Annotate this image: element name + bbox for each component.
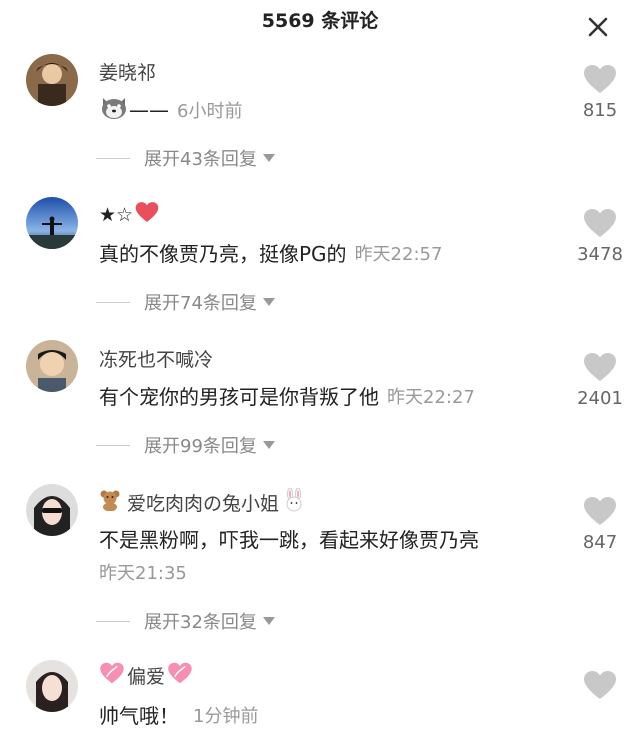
comment-text: 帅气哦！ 1分钟前 — [99, 700, 258, 729]
comment-username[interactable]: 冻死也不喊冷 — [99, 345, 213, 372]
heart-icon — [584, 209, 616, 237]
heart-icon — [584, 353, 616, 381]
username-text: 冻死也不喊冷 — [99, 349, 214, 371]
avatar[interactable] — [26, 54, 78, 106]
avatar[interactable] — [26, 660, 78, 712]
expand-replies-button[interactable]: 展开32条回复 — [96, 608, 275, 634]
comment-count-title: 5569 条评论 — [261, 10, 379, 32]
comment-body: 不是黑粉啊，吓我一跳，看起来好像贾乃亮 — [99, 528, 479, 552]
comment-time: 1分钟前 — [193, 705, 259, 727]
comment-body: 真的不像贾乃亮，挺像PG的 — [99, 242, 347, 266]
red-heart-icon — [135, 201, 159, 228]
heart-icon — [584, 497, 616, 525]
expand-replies-button[interactable]: 展开74条回复 — [96, 289, 275, 315]
comment-time: 昨天21:35 — [99, 563, 187, 584]
divider-line — [96, 157, 130, 159]
sparkling-heart-icon — [167, 662, 193, 689]
sparkling-heart-icon — [99, 662, 125, 689]
close-icon[interactable] — [583, 12, 613, 42]
comment-time: 昨天22:27 — [387, 386, 475, 408]
like-button[interactable]: 815 — [570, 64, 630, 121]
comment-username[interactable]: 姜晓祁 — [99, 58, 156, 85]
comment-username[interactable]: 偏爱 — [99, 662, 193, 689]
heart-icon — [584, 65, 616, 93]
like-count: 815 — [582, 100, 618, 121]
caret-down-icon — [262, 441, 275, 449]
divider-line — [96, 444, 130, 446]
divider-line — [96, 301, 130, 303]
avatar[interactable] — [26, 340, 78, 392]
expand-replies-label: 展开43条回复 — [144, 149, 257, 170]
comment-body: 有个宠你的男孩可是你背叛了他 — [99, 385, 379, 409]
like-button[interactable]: 2401 — [570, 352, 630, 409]
username-text: 爱吃肉肉の兔小姐 — [127, 493, 280, 515]
username-text: ★☆ — [99, 203, 134, 226]
comment-time: 昨天22:57 — [354, 243, 443, 265]
heart-icon — [584, 671, 616, 699]
expand-replies-label: 展开99条回复 — [144, 436, 257, 457]
comment-text: —— 6小时前 — [99, 92, 242, 127]
comment-text: 不是黑粉啊，吓我一跳，看起来好像贾乃亮 — [99, 524, 479, 553]
comment-text: 真的不像贾乃亮，挺像PG的 昨天22:57 — [99, 238, 442, 267]
avatar[interactable] — [26, 197, 78, 249]
like-count: 2401 — [577, 388, 623, 409]
avatar[interactable] — [26, 484, 78, 536]
bear-emoji-icon — [99, 489, 121, 516]
username-text: 姜晓祁 — [99, 62, 157, 84]
caret-down-icon — [262, 617, 275, 625]
comment-text: 有个宠你的男孩可是你背叛了他 昨天22:27 — [99, 381, 475, 410]
username-text: 偏爱 — [127, 666, 166, 688]
expand-replies-label: 展开32条回复 — [144, 612, 257, 633]
comment-username[interactable]: ★☆ — [99, 201, 159, 228]
expand-replies-button[interactable]: 展开43条回复 — [96, 145, 275, 171]
comments-header: 5569 条评论 — [0, 0, 640, 44]
husky-emoji-icon — [99, 92, 129, 127]
caret-down-icon — [262, 298, 275, 306]
rabbit-emoji-icon — [283, 487, 305, 517]
like-button[interactable]: 3478 — [570, 208, 630, 265]
like-count: 3478 — [577, 244, 623, 265]
comment-body: —— — [129, 97, 169, 122]
like-button[interactable] — [570, 670, 630, 700]
comment-time: 6小时前 — [177, 100, 243, 122]
like-count: 847 — [582, 532, 618, 553]
comment-body: 帅气哦！ — [99, 704, 179, 728]
divider-line — [96, 620, 130, 622]
caret-down-icon — [262, 154, 275, 162]
comment-username[interactable]: 爱吃肉肉の兔小姐 — [99, 487, 305, 517]
expand-replies-label: 展开74条回复 — [144, 293, 257, 314]
expand-replies-button[interactable]: 展开99条回复 — [96, 432, 275, 458]
like-button[interactable]: 847 — [570, 496, 630, 553]
